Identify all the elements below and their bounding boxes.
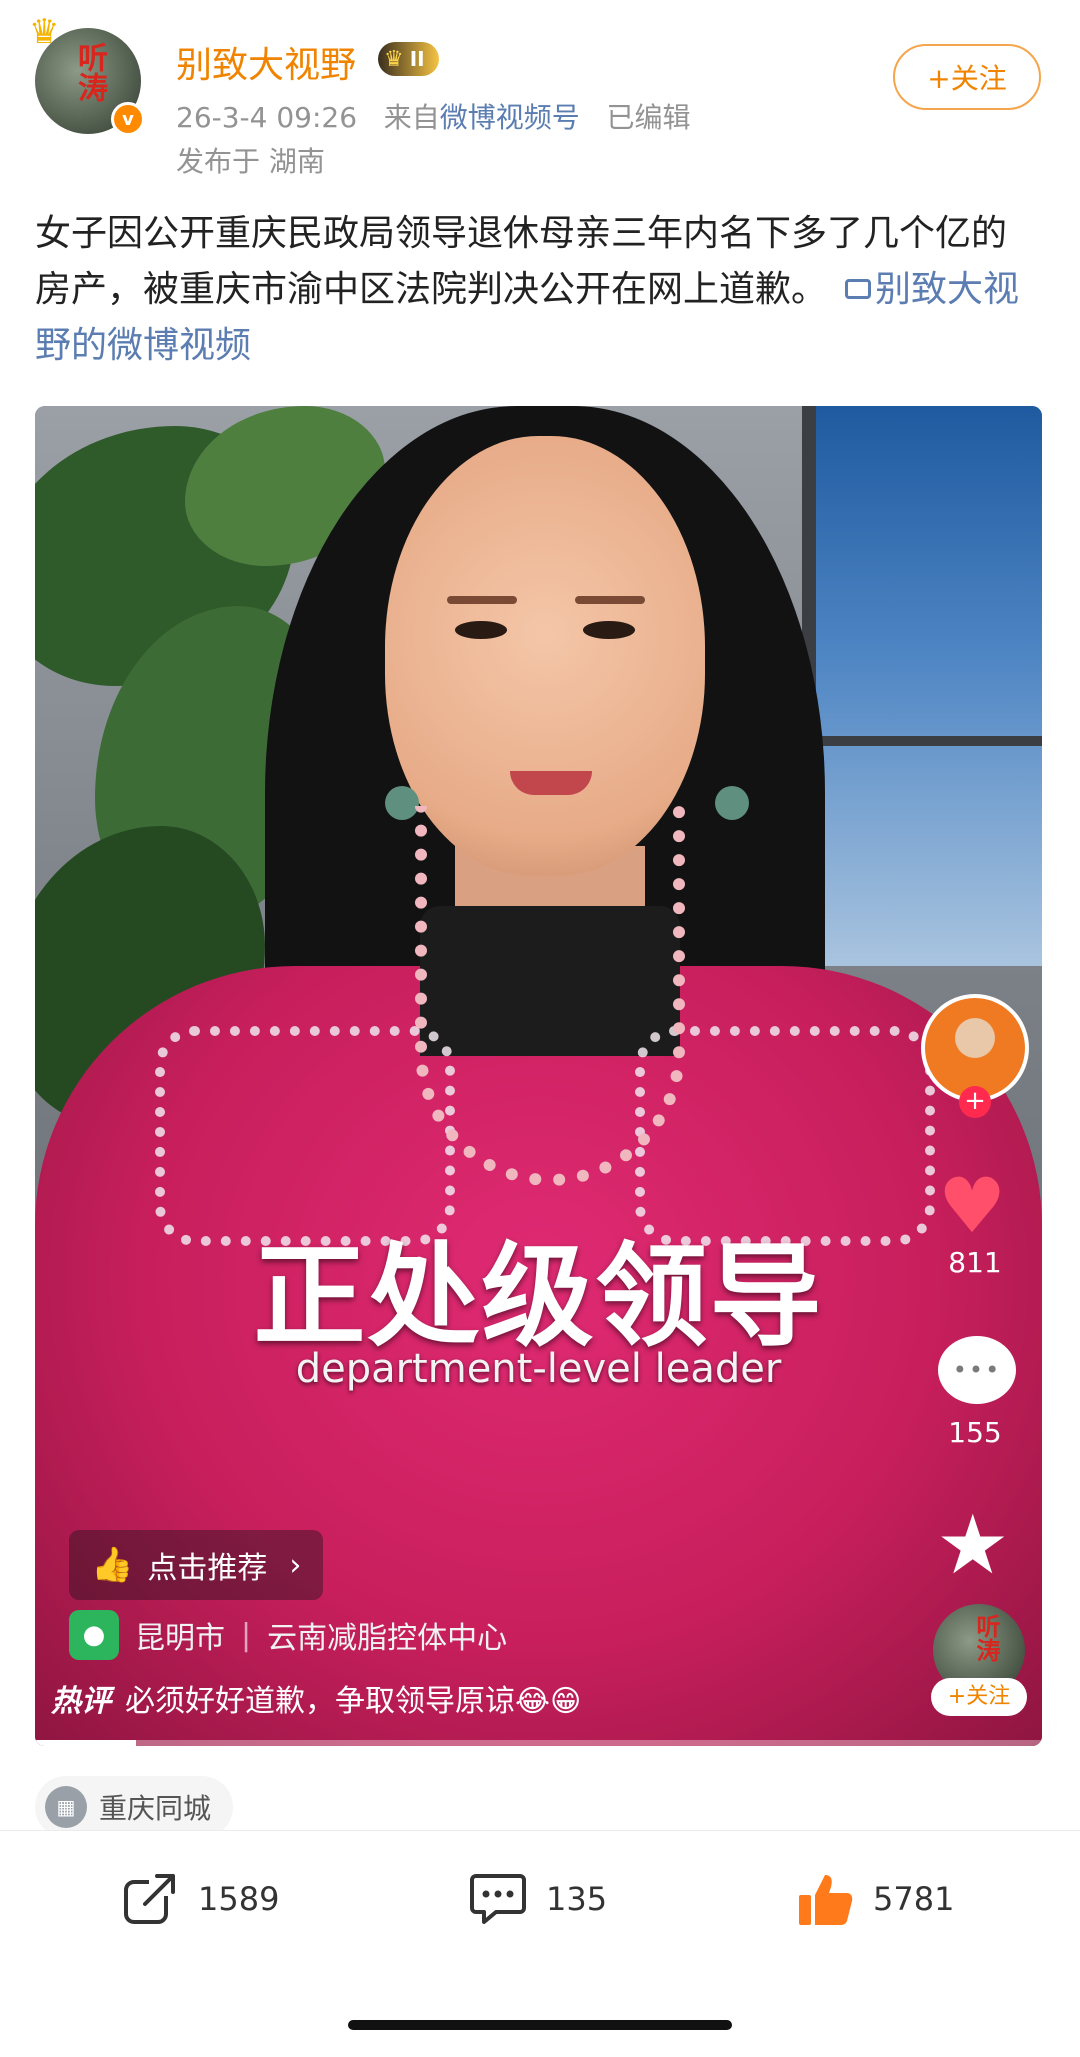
video-window-scene xyxy=(802,406,1042,966)
action-bar: 1589 135 5781 xyxy=(0,1830,1080,1970)
video-location[interactable]: ● 昆明市 | 云南减脂控体中心 xyxy=(69,1610,507,1660)
channel-avatar-seal: 听涛 xyxy=(972,1614,1001,1662)
topic-label: 重庆同城 xyxy=(99,1792,212,1825)
vip-crown-icon: ♛ xyxy=(384,46,404,72)
edited-label: 已编辑 xyxy=(606,101,691,134)
thumbs-up-icon xyxy=(795,1869,855,1929)
video-link-icon xyxy=(845,279,872,299)
home-indicator[interactable] xyxy=(348,2020,732,2030)
building-icon: ▦ xyxy=(45,1786,87,1828)
video-progress-fill xyxy=(35,1740,136,1746)
follow-button[interactable]: +关注 xyxy=(893,44,1041,110)
author-avatar[interactable]: 听涛 ♛ v xyxy=(29,12,145,136)
like-button[interactable]: 5781 xyxy=(795,1869,954,1929)
repost-button[interactable]: 1589 xyxy=(120,1869,279,1929)
recommend-button[interactable]: 👍 点击推荐 › xyxy=(69,1530,324,1600)
video-player[interactable]: 正处级领导 department-level leader + ♥ 811 ••… xyxy=(35,406,1042,1746)
video-follow-button[interactable]: +关注 xyxy=(931,1678,1027,1716)
avatar-seal: 听涛 xyxy=(72,42,107,102)
video-comment-count: 155 xyxy=(948,1416,1002,1449)
comment-button[interactable]: 135 xyxy=(468,1869,607,1929)
author-name[interactable]: 别致大视野 xyxy=(176,36,356,88)
location-place: 云南减脂控体中心 xyxy=(267,1621,508,1656)
comment-icon xyxy=(468,1869,528,1929)
video-like-count: 811 xyxy=(948,1246,1002,1279)
post-timestamp: 26-3-4 09:26 xyxy=(176,101,358,134)
post-location: 发布于 湖南 xyxy=(176,145,325,178)
post-header: 听涛 ♛ v 别致大视野 ♛ II 26-3-4 09:26 来自微博视频号 已… xyxy=(0,0,1080,190)
earring xyxy=(385,786,419,820)
location-divider: | xyxy=(241,1617,252,1653)
source-link[interactable]: 微博视频号 xyxy=(440,101,580,134)
topic-tag[interactable]: ▦ 重庆同城 xyxy=(35,1776,234,1838)
vip-badge[interactable]: ♛ II xyxy=(378,42,439,76)
video-subtitle-cn: 正处级领导 xyxy=(253,1232,824,1362)
video-progress-bar[interactable] xyxy=(35,1740,1042,1746)
heart-icon[interactable]: ♥ xyxy=(938,1166,1006,1246)
location-pin-icon: ● xyxy=(69,1610,119,1660)
recommend-label: 点击推荐 xyxy=(147,1551,268,1586)
video-subtitle-en: department-level leader xyxy=(295,1346,782,1392)
verified-icon: v xyxy=(111,102,145,136)
thumbs-up-icon: 👍 xyxy=(91,1545,134,1585)
necklace xyxy=(415,806,685,1186)
post-meta: 26-3-4 09:26 来自微博视频号 已编辑 xyxy=(176,96,691,136)
location-city: 昆明市 xyxy=(135,1621,225,1656)
post-body: 女子因公开重庆民政局领导退休母亲三年内名下多了几个亿的房产，被重庆市渝中区法院判… xyxy=(35,206,1035,374)
star-icon[interactable]: ★ xyxy=(936,1504,1010,1588)
hot-comment-tag: 热评 xyxy=(51,1684,111,1719)
source-prefix: 来自 xyxy=(383,101,440,134)
comment-bubble-icon[interactable]: ••• xyxy=(938,1336,1016,1404)
crown-icon: ♛ xyxy=(29,12,60,52)
earring xyxy=(715,786,749,820)
repost-count: 1589 xyxy=(198,1880,280,1918)
share-icon xyxy=(120,1869,180,1929)
comment-count: 135 xyxy=(546,1880,608,1918)
hot-comment[interactable]: 热评 必须好好道歉，争取领导原谅😂😁 xyxy=(51,1676,581,1720)
video-follow-plus-icon[interactable]: + xyxy=(959,1086,991,1118)
vip-level: II xyxy=(409,47,425,71)
hot-comment-text: 必须好好道歉，争取领导原谅😂😁 xyxy=(125,1684,582,1719)
like-count: 5781 xyxy=(873,1880,955,1918)
chevron-right-icon: › xyxy=(289,1547,302,1583)
